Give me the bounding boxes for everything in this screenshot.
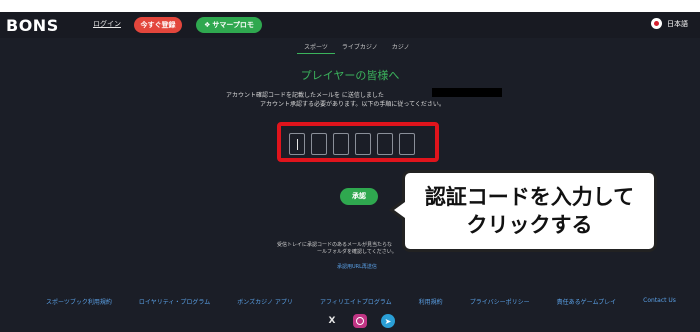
login-link[interactable]: ログイン [93, 19, 121, 29]
summer-promo-button[interactable]: ❖ サマープロモ [196, 17, 262, 33]
code-digit-input-4[interactable] [355, 133, 371, 155]
redacted-email [432, 88, 502, 97]
telegram-icon[interactable]: ➤ [381, 314, 395, 328]
instagram-icon[interactable] [353, 314, 367, 328]
code-digit-input-1[interactable] [289, 133, 305, 155]
x-icon[interactable]: X [325, 314, 339, 328]
footer-link-sportsbook-terms[interactable]: スポーツブック利用規約 [46, 297, 112, 306]
tab-live-casino[interactable]: ライブカジノ [335, 42, 385, 54]
footer-link-affiliate-program[interactable]: アフィリエイトプログラム [320, 297, 392, 306]
description-line-2: アカウント承認する必要があります。以下の手順に従ってください。 [260, 101, 445, 108]
category-tabs: スポーツ ライブカジノ カジノ [297, 42, 417, 54]
code-digit-input-3[interactable] [333, 133, 349, 155]
summer-promo-label: サマープロモ [212, 21, 254, 29]
approve-button[interactable]: 承認 [340, 188, 378, 205]
footer-link-casino-app[interactable]: ボンズカジノ アプリ [237, 297, 293, 306]
tab-sports[interactable]: スポーツ [297, 42, 335, 54]
description-line-1: アカウント確認コードを記載したメールを に送信しました [226, 92, 384, 99]
code-digit-input-5[interactable] [377, 133, 393, 155]
footer-links: スポーツブック利用規約 ロイヤリティ・プログラム ボンズカジノ アプリ アフィリ… [46, 297, 676, 306]
code-digit-input-2[interactable] [311, 133, 327, 155]
page-title: プレイヤーの皆様へ [300, 69, 400, 82]
inbox-note-line-2: ールフォルダを確認してください。 [317, 249, 397, 255]
language-selector[interactable]: 日本語 [651, 18, 688, 29]
japan-flag-icon [651, 18, 662, 29]
callout-pointer-fill [394, 202, 405, 218]
top-navbar: BONS ログイン 今すぐ登録 ❖ サマープロモ 日本語 [0, 12, 700, 38]
callout-line-2: クリックする [466, 213, 593, 237]
inbox-note-line-1: 受信トレイに承認コードのあるメールが見当たらな [277, 242, 393, 248]
resend-verification-link[interactable]: 承認用URL再送信 [337, 263, 377, 270]
app-window: BONS ログイン 今すぐ登録 ❖ サマープロモ 日本語 スポーツ ライブカジノ … [0, 12, 700, 332]
bons-logo[interactable]: BONS [6, 16, 59, 35]
footer-link-responsible-gaming[interactable]: 責任あるゲームプレイ [557, 297, 616, 306]
gift-icon: ❖ [204, 21, 211, 29]
footer-link-privacy-policy[interactable]: プライバシーポリシー [470, 297, 530, 306]
tab-casino[interactable]: カジノ [385, 42, 417, 54]
footer-link-terms[interactable]: 利用規約 [419, 297, 443, 306]
footer-link-loyalty-program[interactable]: ロイヤリティ・プログラム [139, 297, 210, 306]
footer-link-contact-us[interactable]: Contact Us [643, 297, 676, 306]
language-label: 日本語 [667, 19, 688, 28]
code-digit-input-6[interactable] [399, 133, 415, 155]
social-links: X ➤ [325, 314, 395, 328]
verification-code-inputs [289, 133, 415, 155]
callout-line-1: 認証コードを入力して [424, 185, 635, 209]
register-button[interactable]: 今すぐ登録 [134, 17, 182, 33]
instruction-callout: 認証コードを入力して クリックする [402, 170, 657, 252]
